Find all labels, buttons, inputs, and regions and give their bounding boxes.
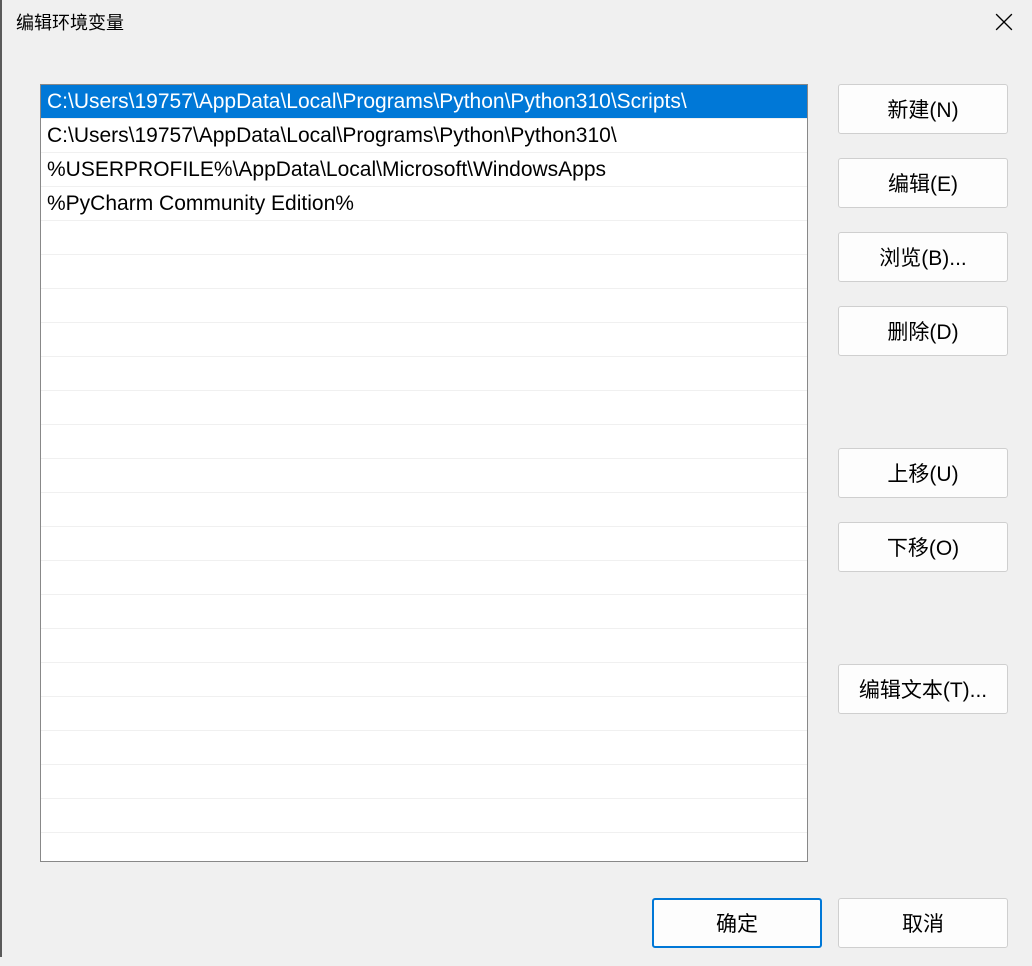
list-item[interactable] [41,255,807,289]
browse-button[interactable]: 浏览(B)... [838,232,1008,282]
list-item[interactable] [41,595,807,629]
list-item[interactable] [41,629,807,663]
list-item[interactable] [41,561,807,595]
list-item[interactable] [41,323,807,357]
side-buttons: 新建(N) 编辑(E) 浏览(B)... 删除(D) 上移(U) 下移(O) 编… [838,84,1008,862]
list-item[interactable] [41,357,807,391]
path-list[interactable]: C:\Users\19757\AppData\Local\Programs\Py… [40,84,808,862]
list-item[interactable] [41,527,807,561]
list-item[interactable]: C:\Users\19757\AppData\Local\Programs\Py… [41,85,807,119]
list-item[interactable] [41,425,807,459]
dialog-window: 编辑环境变量 C:\Users\19757\AppData\Local\Prog… [0,0,1032,957]
main-row: C:\Users\19757\AppData\Local\Programs\Py… [40,84,1008,862]
list-item[interactable] [41,459,807,493]
window-title: 编辑环境变量 [16,9,124,35]
close-icon [995,13,1013,31]
list-item[interactable] [41,493,807,527]
bottom-row: 确定 取消 [40,862,1008,956]
edit-text-button[interactable]: 编辑文本(T)... [838,664,1008,714]
list-item[interactable] [41,221,807,255]
edit-button[interactable]: 编辑(E) [838,158,1008,208]
move-down-button[interactable]: 下移(O) [838,522,1008,572]
ok-button[interactable]: 确定 [652,898,822,948]
close-button[interactable] [976,0,1032,44]
delete-button[interactable]: 删除(D) [838,306,1008,356]
cancel-button[interactable]: 取消 [838,898,1008,948]
list-item[interactable]: %PyCharm Community Edition% [41,187,807,221]
list-item[interactable] [41,765,807,799]
list-item[interactable] [41,799,807,833]
list-item[interactable] [41,391,807,425]
list-item[interactable] [41,731,807,765]
list-item[interactable] [41,663,807,697]
move-up-button[interactable]: 上移(U) [838,448,1008,498]
list-item[interactable]: %USERPROFILE%\AppData\Local\Microsoft\Wi… [41,153,807,187]
list-item[interactable]: C:\Users\19757\AppData\Local\Programs\Py… [41,119,807,153]
new-button[interactable]: 新建(N) [838,84,1008,134]
list-item[interactable] [41,697,807,731]
titlebar: 编辑环境变量 [2,0,1032,44]
list-item[interactable] [41,289,807,323]
content-area: C:\Users\19757\AppData\Local\Programs\Py… [2,44,1032,966]
